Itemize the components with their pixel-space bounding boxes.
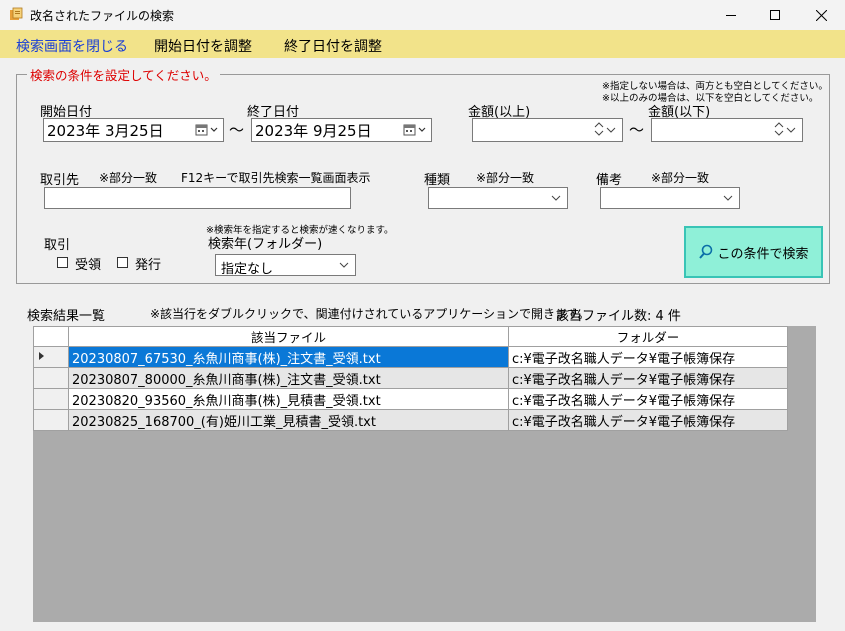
remark-label: 備考 [596,173,623,188]
chevron-down-icon[interactable] [786,127,796,133]
folder-cell[interactable]: c:¥電子改名職人データ¥電子帳簿保存 [508,388,788,410]
close-button[interactable] [798,0,844,30]
spin-updown-icon[interactable] [774,121,784,137]
partner-partial-note: ※部分一致 [99,171,158,185]
amount-min-input[interactable] [472,118,623,142]
results-table: 該当ファイル フォルダー 20230807_67530_糸魚川商事(株)_注文書… [33,326,788,431]
table-row[interactable]: 20230807_80000_糸魚川商事(株)_注文書_受領.txt c:¥電子… [33,367,788,389]
above-only-note: ※以上のみの場合は、以下を空白としてください。 [602,93,819,104]
search-year-select[interactable]: 指定なし [215,254,356,277]
folder-cell[interactable]: c:¥電子改名職人データ¥電子帳簿保存 [508,409,788,431]
minimize-button[interactable] [708,0,754,30]
issue-checkbox[interactable] [117,257,128,268]
spin-updown-icon[interactable] [594,121,604,137]
file-cell[interactable]: 20230807_67530_糸魚川商事(株)_注文書_受領.txt [68,346,509,368]
row-header[interactable] [33,409,69,431]
file-cell[interactable]: 20230820_93560_糸魚川商事(株)_見積書_受領.txt [68,388,509,410]
issue-label[interactable]: 発行 [135,254,161,273]
criteria-legend: 検索の条件を設定してください。 [27,65,220,84]
amount-max-input[interactable] [651,118,803,142]
table-row[interactable]: 20230825_168700_(有)姫川工業_見積書_受領.txt c:¥電子… [33,409,788,431]
app-icon [10,7,23,20]
partner-label: 取引先 [40,173,80,188]
partner-input[interactable] [44,187,351,209]
search-button[interactable]: この条件で検索 [684,226,823,278]
menu-close-search[interactable]: 検索画面を閉じる [16,36,128,56]
folder-cell[interactable]: c:¥電子改名職人データ¥電子帳簿保存 [508,346,788,368]
file-cell[interactable]: 20230807_80000_糸魚川商事(株)_注文書_受領.txt [68,367,509,389]
kind-select[interactable] [428,187,568,209]
menu-adjust-start-date[interactable]: 開始日付を調整 [154,36,252,56]
chevron-down-icon[interactable] [606,127,616,133]
menu-adjust-end-date[interactable]: 終了日付を調整 [284,36,382,56]
calendar-dropdown-icon[interactable] [194,123,220,137]
corner-cell [33,326,69,347]
folder-cell[interactable]: c:¥電子改名職人データ¥電子帳簿保存 [508,367,788,389]
date-range-tilde: ～ [229,121,245,139]
maximize-icon [770,10,780,20]
receive-label[interactable]: 受領 [75,254,101,273]
partner-f12-hint: F12キーで取引先検索一覧画面表示 [181,171,371,185]
search-year-value: 指定なし [221,262,274,277]
maximize-button[interactable] [752,0,798,30]
row-header[interactable] [33,346,69,368]
row-header[interactable] [33,388,69,410]
amount-range-tilde: ～ [629,121,645,139]
table-row[interactable]: 20230820_93560_糸魚川商事(株)_見積書_受領.txt c:¥電子… [33,388,788,410]
column-header-file[interactable]: 該当ファイル [68,326,509,347]
minimize-icon [726,15,736,16]
results-grid[interactable]: 該当ファイル フォルダー 20230807_67530_糸魚川商事(株)_注文書… [33,326,816,622]
calendar-dropdown-icon[interactable] [402,123,428,137]
row-header[interactable] [33,367,69,389]
receive-checkbox[interactable] [57,257,68,268]
column-header-folder[interactable]: フォルダー [508,326,788,347]
results-note: ※該当行をダブルクリックで、関連付けされているアプリケーションで開きます。 [150,307,590,321]
search-button-label: この条件で検索 [717,246,809,262]
file-cell[interactable]: 20230825_168700_(有)姫川工業_見積書_受領.txt [68,409,509,431]
trade-label: 取引 [44,238,71,253]
chevron-down-icon[interactable] [339,262,349,268]
end-date-value: 2023年 9月25日 [255,121,372,140]
results-title: 検索結果一覧 [27,309,106,324]
start-date-picker[interactable]: 2023年 3月25日 [43,118,224,142]
close-icon [815,9,827,21]
chevron-down-icon[interactable] [551,195,561,201]
kind-partial-note: ※部分一致 [476,171,535,185]
remark-select[interactable] [600,187,740,209]
end-date-picker[interactable]: 2023年 9月25日 [251,118,432,142]
chevron-down-icon[interactable] [723,195,733,201]
header-row: 該当ファイル フォルダー [33,326,788,347]
window-title: 改名されたファイルの検索 [30,9,175,23]
kind-label: 種類 [424,173,451,188]
table-row[interactable]: 20230807_67530_糸魚川商事(株)_注文書_受領.txt c:¥電子… [33,346,788,368]
start-date-value: 2023年 3月25日 [47,121,164,140]
current-row-pointer-icon [39,352,44,360]
remark-partial-note: ※部分一致 [651,171,710,185]
search-icon [699,244,713,259]
search-year-label: 検索年(フォルダー) [208,237,323,252]
results-count: 該当ファイル数: 4 件 [556,309,681,324]
